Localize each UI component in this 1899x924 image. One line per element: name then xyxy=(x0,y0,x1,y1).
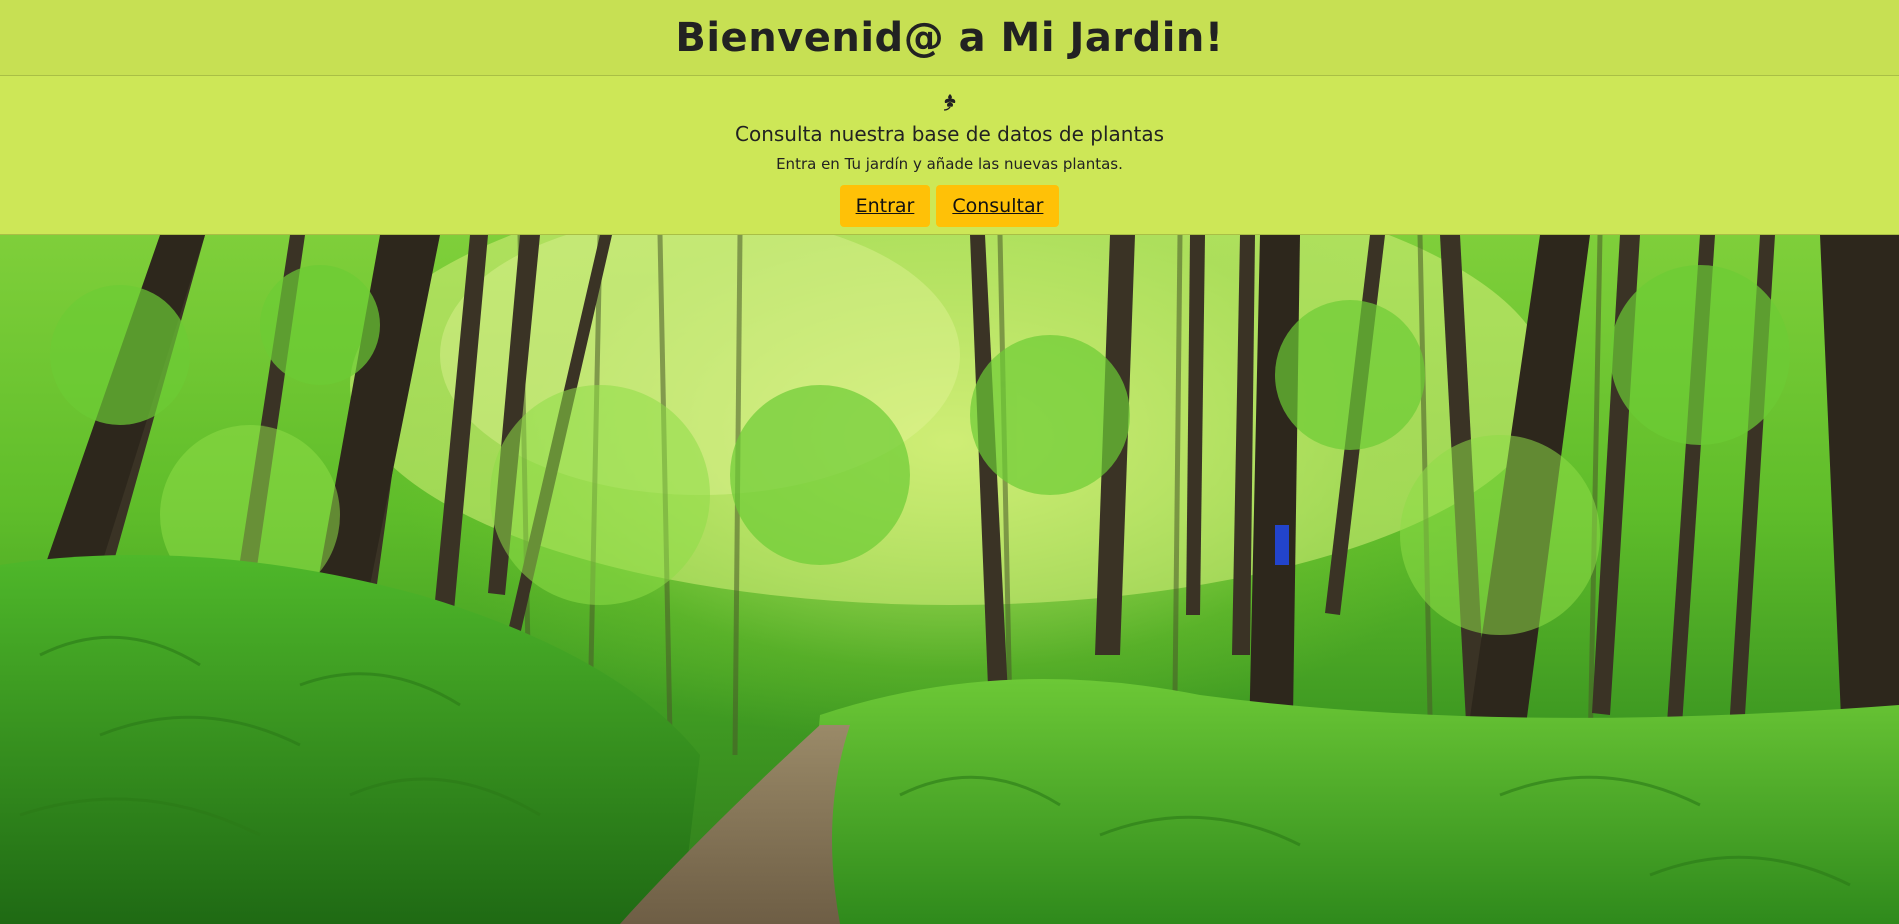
enter-button[interactable]: Entrar xyxy=(839,185,931,227)
leaf-icon xyxy=(940,92,960,116)
intro-subtitle: Consulta nuestra base de datos de planta… xyxy=(735,122,1164,146)
forest-hero-image xyxy=(0,235,1899,924)
intro-section: Consulta nuestra base de datos de planta… xyxy=(0,76,1899,235)
button-row: Entrar Consultar xyxy=(839,185,1060,227)
intro-description: Entra en Tu jardín y añade las nuevas pl… xyxy=(776,155,1123,173)
consult-button[interactable]: Consultar xyxy=(936,185,1060,227)
page-header: Bienvenid@ a Mi Jardin! xyxy=(0,0,1899,76)
page-title: Bienvenid@ a Mi Jardin! xyxy=(675,14,1224,61)
forest-illustration xyxy=(0,235,1899,924)
